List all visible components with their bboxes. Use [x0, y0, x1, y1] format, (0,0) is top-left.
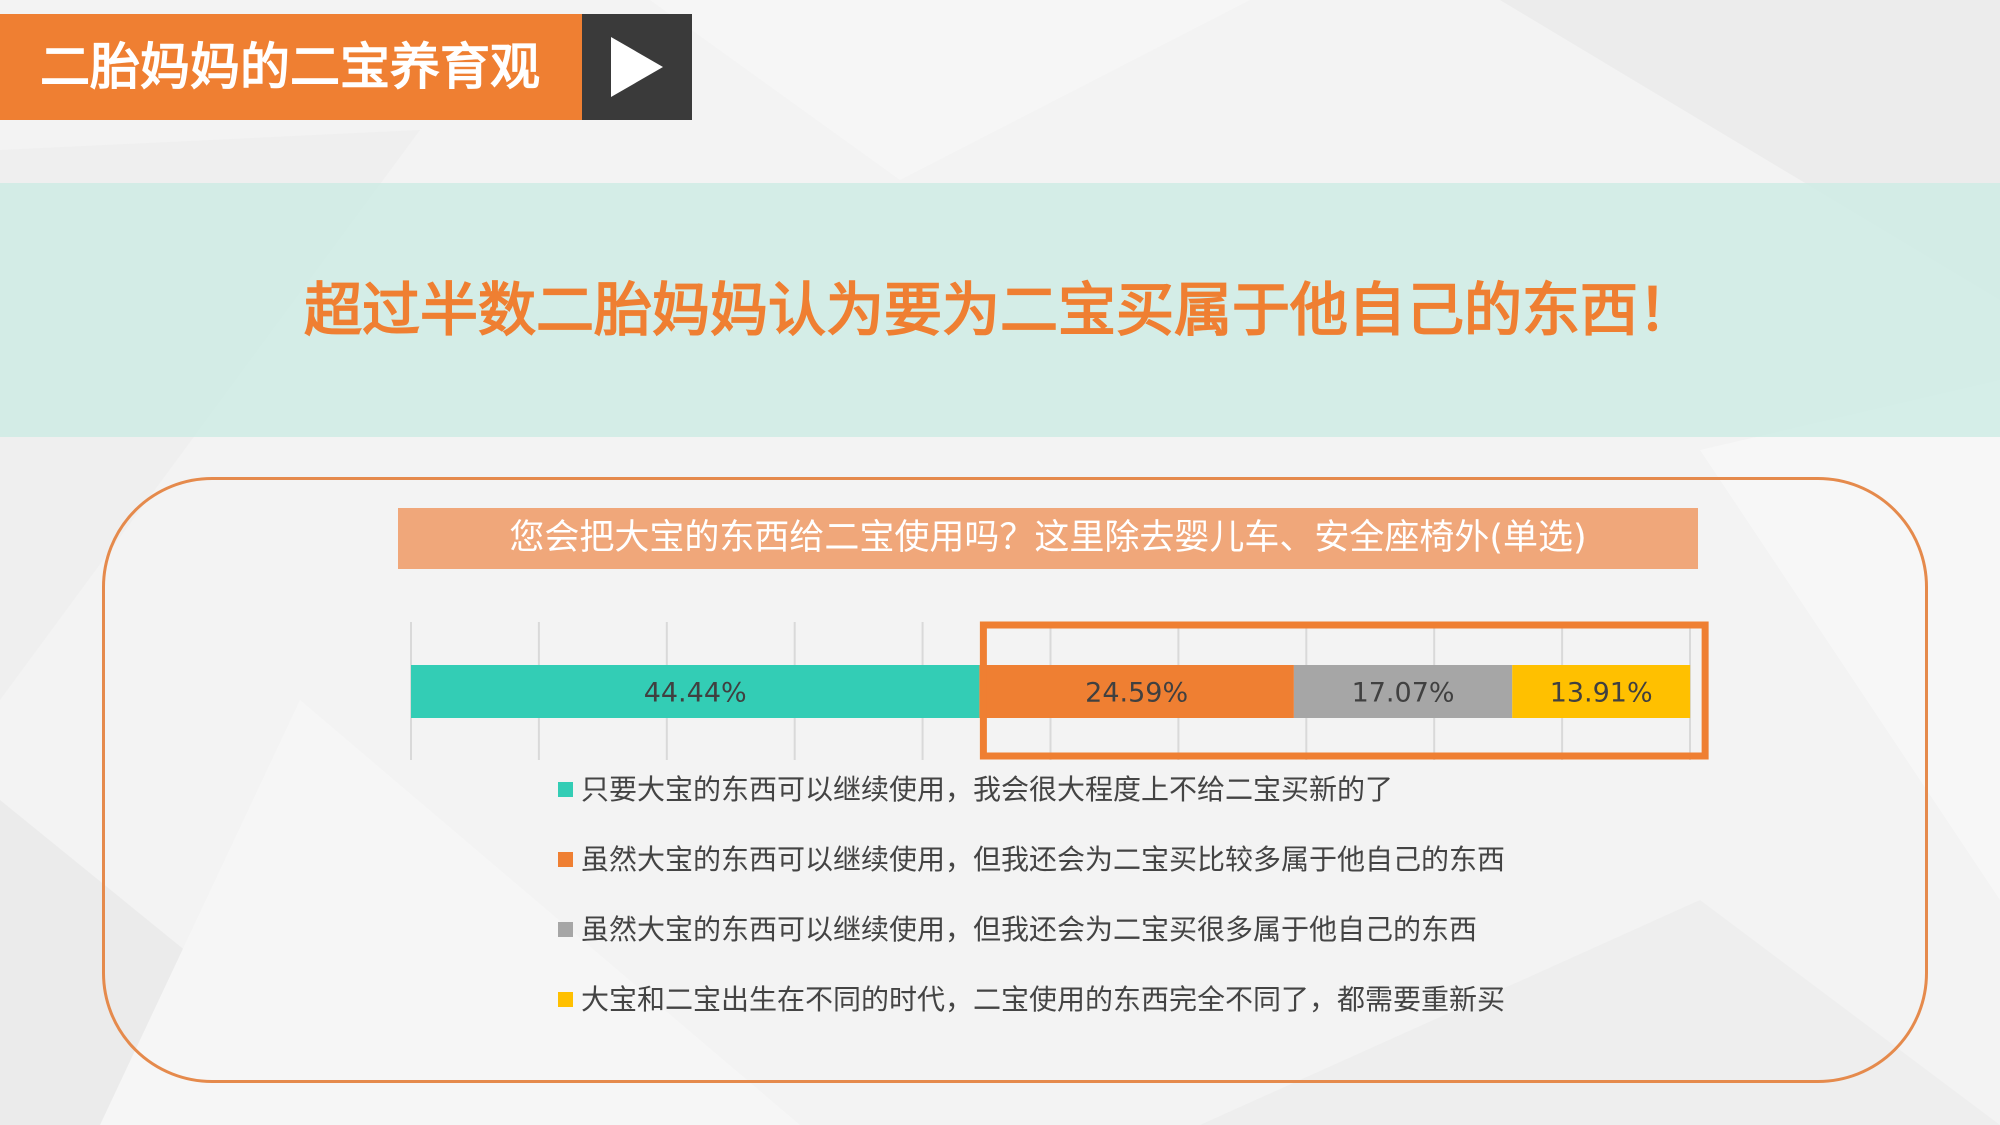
legend-label: 大宝和二宝出生在不同的时代，二宝使用的东西完全不同了，都需要重新买 [581, 983, 1506, 1016]
legend-item-1: 只要大宝的东西可以继续使用，我会很大程度上不给二宝买新的了 [558, 770, 1393, 810]
stacked-bar-chart: 44.44% 24.59% 17.07% 13.91% [410, 621, 1709, 760]
legend-label: 只要大宝的东西可以继续使用，我会很大程度上不给二宝买新的了 [581, 773, 1394, 806]
legend-swatch [558, 921, 573, 937]
legend-swatch [558, 851, 573, 867]
legend-label: 虽然大宝的东西可以继续使用，但我还会为二宝买很多属于他自己的东西 [581, 913, 1478, 946]
legend-item-4: 大宝和二宝出生在不同的时代，二宝使用的东西完全不同了，都需要重新买 [558, 980, 1505, 1020]
legend-item-2: 虽然大宝的东西可以继续使用，但我还会为二宝买比较多属于他自己的东西 [558, 840, 1505, 880]
data-label-4: 13.91% [1550, 678, 1653, 709]
legend-swatch [558, 991, 573, 1007]
legend-swatch [558, 781, 573, 797]
legend-label: 虽然大宝的东西可以继续使用，但我还会为二宝买比较多属于他自己的东西 [581, 843, 1506, 876]
legend-item-3: 虽然大宝的东西可以继续使用，但我还会为二宝买很多属于他自己的东西 [558, 910, 1477, 950]
data-label-1: 44.44% [644, 678, 747, 709]
data-label-2: 24.59% [1085, 678, 1188, 709]
data-label-3: 17.07% [1352, 678, 1455, 709]
